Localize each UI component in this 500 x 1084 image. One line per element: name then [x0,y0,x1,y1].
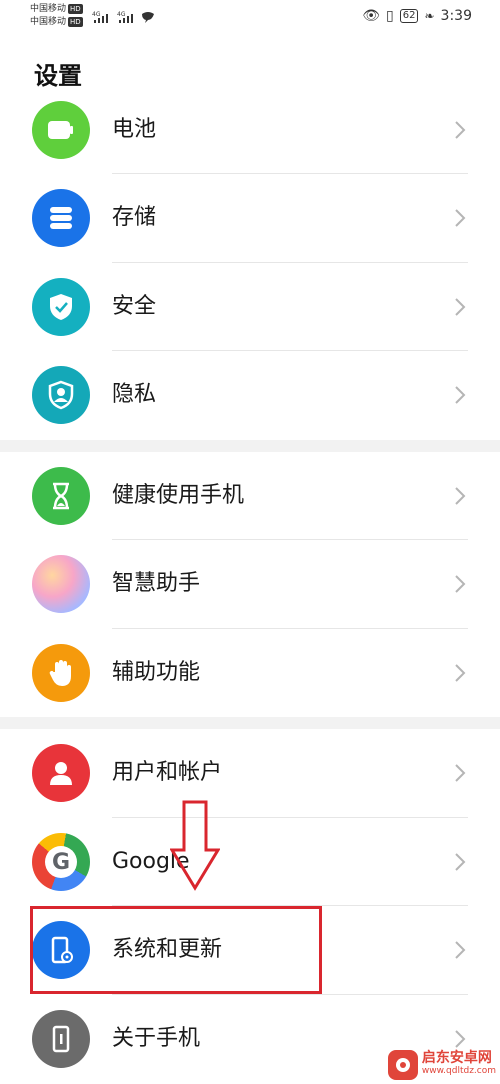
network-type-2: 4G [117,11,126,18]
chevron-right-icon [455,121,466,139]
hand-icon [32,644,90,702]
hd-badge: HD [68,3,83,14]
battery-indicator: 62 [399,9,419,23]
settings-item-assistant[interactable]: 智慧助手 [0,540,500,628]
settings-item-users-accounts[interactable]: 用户和帐户 [0,729,500,817]
settings-item-label: 电池 [112,117,157,142]
watermark: 启东安卓网 www.qdltdz.com [387,1050,496,1080]
hourglass-icon [32,467,90,525]
watermark-url: www.qdltdz.com [421,1066,496,1076]
google-icon: G [32,833,90,891]
battery-icon [32,101,90,159]
phone-info-icon [32,1010,90,1068]
chevron-right-icon [455,209,466,227]
chevron-right-icon [455,487,466,505]
shield-check-icon [32,278,90,336]
settings-item-label: 安全 [112,294,157,319]
section-gap [0,440,500,452]
carrier-2: 中国移动 [30,17,67,27]
settings-item-storage[interactable]: 存储 [0,174,500,262]
settings-item-label: 用户和帐户 [112,760,223,785]
settings-item-label: 智慧助手 [112,571,201,596]
watermark-logo-icon [387,1050,418,1080]
network-type-1: 4G [92,11,101,18]
eye-icon: 👁 [362,8,381,24]
settings-item-digital-balance[interactable]: 健康使用手机 [0,452,500,540]
chevron-right-icon [455,575,466,593]
storage-icon [32,189,90,247]
carrier-1: 中国移动 [30,4,67,14]
settings-item-label: 隐私 [112,382,157,407]
chevron-right-icon [455,386,466,404]
leaf-icon: ❧ [424,9,435,23]
signal-icon: 4G 4G [92,11,154,23]
settings-item-security[interactable]: 安全 [0,263,500,351]
highlight-box [30,906,322,994]
clock: 3:39 [440,8,472,24]
wechat-icon [142,12,154,23]
down-arrow-annotation [170,800,220,891]
chevron-right-icon [455,1030,466,1048]
watermark-name: 启东安卓网 [421,1050,492,1066]
user-icon [32,744,90,802]
carrier-info: 中国移动 HD 中国移动 HD [30,3,83,29]
settings-item-accessibility[interactable]: 辅助功能 [0,629,500,717]
settings-item-label: 存储 [112,205,157,230]
assistant-icon [32,555,90,613]
settings-item-google[interactable]: G Google [0,818,500,906]
chevron-right-icon [455,941,466,959]
chevron-right-icon [455,664,466,682]
privacy-icon [32,366,90,424]
section-gap [0,717,500,729]
settings-item-label: 关于手机 [112,1026,201,1051]
settings-item-battery[interactable]: 电池 [0,86,500,174]
hd-badge: HD [68,16,83,27]
chevron-right-icon [455,764,466,782]
chevron-right-icon [455,298,466,316]
settings-item-label: 辅助功能 [112,660,201,685]
status-right: 👁 ▯ 62 ❧ 3:39 [362,8,472,24]
vibrate-icon: ▯ [386,8,394,24]
settings-item-privacy[interactable]: 隐私 [0,351,500,439]
settings-item-label: 健康使用手机 [112,483,245,508]
chevron-right-icon [455,853,466,871]
status-bar: 中国移动 HD 中国移动 HD 4G 4G 👁 ▯ 62 ❧ 3:39 [0,0,500,34]
